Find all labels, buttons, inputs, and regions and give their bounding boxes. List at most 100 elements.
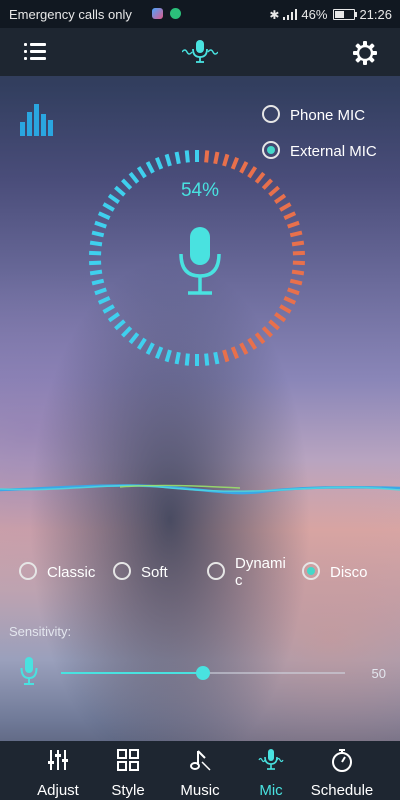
level-segment	[121, 326, 133, 338]
level-segment	[287, 220, 300, 229]
nav-item-adjust[interactable]: Adjust	[18, 741, 98, 800]
top-app-bar	[0, 28, 400, 76]
sliders-icon	[48, 750, 68, 770]
level-segment	[89, 260, 102, 266]
stopwatch-icon	[332, 749, 352, 772]
level-segment	[174, 151, 181, 165]
sensitivity-value: 50	[371, 666, 386, 681]
level-segment	[184, 150, 190, 163]
level-segment	[254, 332, 266, 345]
app-notification-icon-2	[170, 8, 181, 19]
nav-item-schedule[interactable]: Schedule	[302, 741, 382, 800]
level-segment	[204, 353, 210, 366]
level-segment	[89, 250, 102, 256]
level-segment	[136, 337, 147, 350]
level-segment	[247, 337, 258, 350]
level-segment	[213, 351, 220, 365]
signal-icon	[283, 9, 298, 20]
level-segment	[261, 326, 273, 338]
disco-radio[interactable]	[302, 562, 320, 580]
music-note-icon	[190, 750, 211, 771]
level-segment	[279, 202, 292, 212]
level-segment	[164, 349, 172, 363]
level-segment	[102, 304, 115, 314]
carrier-text: Emergency calls only	[9, 7, 132, 22]
level-segment	[230, 156, 239, 170]
phone-mic-radio[interactable]	[262, 105, 280, 123]
phone-mic-label: Phone MIC	[290, 107, 366, 124]
nav-label-mic: Mic	[259, 782, 283, 799]
level-segment	[239, 161, 249, 174]
level-segment	[155, 346, 164, 360]
nav-item-style[interactable]: Style	[88, 741, 168, 800]
level-segment	[107, 193, 120, 204]
level-segment	[289, 230, 303, 238]
clock: 21:26	[359, 7, 392, 22]
level-segment	[136, 166, 147, 179]
level-segment	[283, 296, 297, 305]
dynamic-radio[interactable]	[207, 562, 225, 580]
level-segment	[230, 346, 239, 360]
level-segment	[128, 171, 140, 184]
level-segment	[292, 260, 305, 266]
sensitivity-slider-thumb[interactable]	[196, 666, 210, 680]
battery-percent: 46%	[301, 7, 328, 22]
level-segment	[128, 332, 140, 345]
classic-radio[interactable]	[19, 562, 37, 580]
nav-label-style: Style	[111, 782, 145, 799]
soft-label: Soft	[141, 564, 168, 581]
nav-label-schedule: Schedule	[310, 782, 374, 799]
level-segment	[174, 351, 181, 365]
soft-radio[interactable]	[113, 562, 131, 580]
dynamic-label: Dynamic	[235, 555, 286, 589]
level-segment	[121, 178, 133, 190]
mic-wave-logo-icon	[182, 40, 218, 63]
level-segment	[289, 278, 303, 286]
level-segment	[94, 287, 107, 296]
level-segment	[89, 269, 103, 276]
level-segment	[291, 269, 305, 276]
gear-icon[interactable]	[352, 40, 378, 66]
level-segment	[261, 178, 273, 190]
nav-item-mic[interactable]: Mic	[231, 741, 311, 800]
nav-item-music[interactable]: Music	[160, 741, 240, 800]
level-segment	[222, 153, 230, 167]
level-segment	[107, 312, 120, 323]
level-segment	[91, 278, 105, 286]
level-segment	[91, 230, 105, 238]
bottom-navigation: Adjust Style Music Mic Schedule	[0, 741, 400, 800]
level-segment	[145, 342, 155, 355]
level-segment	[268, 185, 280, 197]
level-segment	[155, 156, 164, 170]
status-bar: Emergency calls only ✱ 46% 21:26	[0, 0, 400, 28]
audio-waveform	[0, 484, 400, 495]
level-segment	[89, 240, 103, 247]
level-segment	[97, 296, 111, 305]
level-segment	[291, 240, 305, 247]
level-segment	[114, 319, 126, 331]
level-segment	[102, 202, 115, 212]
bluetooth-icon: ✱	[269, 7, 280, 22]
level-segment	[274, 312, 287, 323]
level-segment	[97, 211, 111, 220]
nav-label-adjust: Adjust	[37, 782, 79, 799]
app-notification-icon	[152, 8, 163, 19]
mic-icon[interactable]	[178, 226, 222, 296]
classic-label: Classic	[47, 564, 96, 581]
level-segment	[164, 153, 172, 167]
battery-icon	[333, 9, 358, 20]
disco-label: Disco	[330, 564, 368, 581]
list-menu-icon[interactable]	[24, 42, 46, 60]
level-segment	[274, 193, 287, 204]
level-percent: 54%	[180, 180, 220, 201]
level-segment	[254, 171, 266, 184]
nav-label-music: Music	[180, 782, 220, 799]
sensitivity-mic-icon	[20, 657, 38, 685]
mic-icon	[258, 749, 284, 770]
grid-icon	[117, 749, 139, 771]
level-segment	[287, 287, 300, 296]
level-segment	[145, 161, 155, 174]
level-segment	[184, 353, 190, 366]
equalizer-icon[interactable]	[20, 104, 53, 136]
level-segment	[279, 304, 292, 314]
